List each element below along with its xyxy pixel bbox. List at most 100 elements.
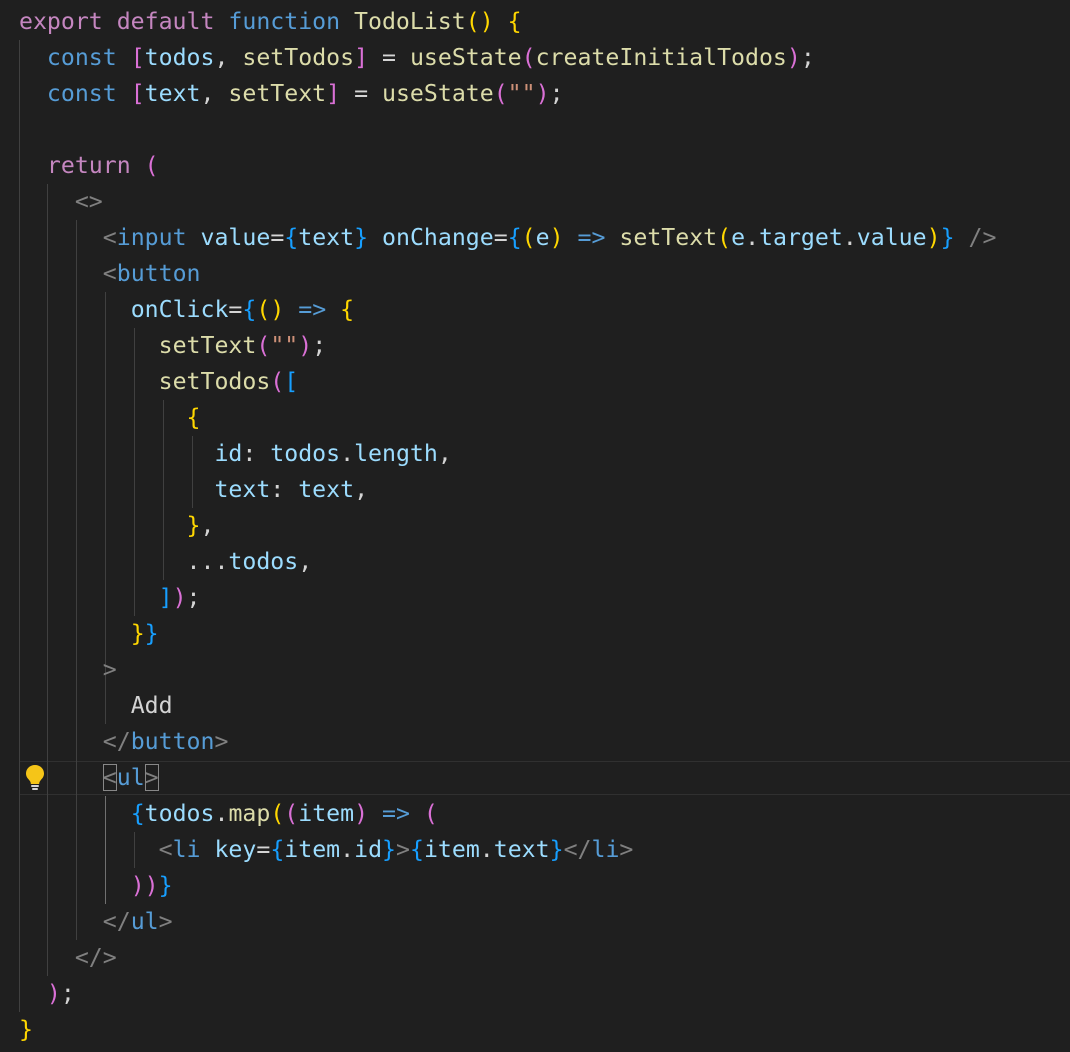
code-line[interactable]: id: todos.length, <box>0 436 1070 472</box>
code-line[interactable]: } <box>0 1012 1070 1048</box>
code-line-text: <li key={item.id}>{item.text}</li> <box>19 832 634 868</box>
code-token: = <box>270 224 285 251</box>
code-line[interactable]: ); <box>0 976 1070 1012</box>
lightbulb-icon[interactable] <box>23 763 47 791</box>
code-token: length <box>354 440 438 467</box>
code-token: = <box>340 80 383 107</box>
code-token: ) <box>172 584 187 611</box>
code-token: ; <box>186 584 201 611</box>
code-token: } <box>354 224 369 251</box>
code-line[interactable]: {todos.map((item) => ( <box>0 796 1070 832</box>
code-line[interactable]: }} <box>0 616 1070 652</box>
code-line[interactable]: const [text, setText] = useState(""); <box>0 76 1070 112</box>
code-token: ] <box>326 80 341 107</box>
code-line-text: export default function TodoList() { <box>19 4 522 40</box>
code-token: text <box>298 476 355 503</box>
code-line[interactable]: setText(""); <box>0 328 1070 364</box>
code-token: value <box>856 224 927 251</box>
code-line[interactable]: { <box>0 400 1070 436</box>
code-line-text: </> <box>19 940 117 976</box>
code-line[interactable]: </> <box>0 940 1070 976</box>
code-token: ) <box>549 224 564 251</box>
code-token: todos <box>144 800 215 827</box>
code-line[interactable]: return ( <box>0 148 1070 184</box>
code-line[interactable]: <ul> <box>0 760 1070 796</box>
code-token: )) <box>130 872 159 899</box>
code-token: ) <box>354 800 369 827</box>
code-token: ) <box>786 44 801 71</box>
code-line[interactable]: ))} <box>0 868 1070 904</box>
code-line[interactable] <box>0 112 1070 148</box>
code-token: [ <box>130 80 145 107</box>
code-token: { <box>130 800 145 827</box>
code-token: > <box>214 728 229 755</box>
code-line-text: }, <box>19 508 215 544</box>
code-token: > <box>144 764 159 791</box>
code-line-text: <input value={text} onChange={(e) => set… <box>19 220 997 256</box>
code-line[interactable]: }, <box>0 508 1070 544</box>
code-editor[interactable]: export default function TodoList() { con… <box>0 0 1070 1052</box>
code-line[interactable]: <button <box>0 256 1070 292</box>
code-token: ( <box>144 152 159 179</box>
code-token: = <box>368 44 410 71</box>
code-token: text <box>298 224 355 251</box>
code-token: export default <box>19 8 229 35</box>
code-token: > <box>102 656 117 683</box>
code-token: { <box>242 296 257 323</box>
code-token: ; <box>60 980 75 1007</box>
code-line-text: id: todos.length, <box>19 436 452 472</box>
code-line[interactable]: <input value={text} onChange={(e) => set… <box>0 220 1070 256</box>
code-line[interactable]: export default function TodoList() { <box>0 4 1070 40</box>
code-line[interactable]: onClick={() => { <box>0 292 1070 328</box>
code-token: > <box>158 908 173 935</box>
code-token: </ <box>102 908 131 935</box>
code-token: = <box>228 296 243 323</box>
code-line-text: </ul> <box>19 904 173 940</box>
code-token: . <box>340 440 355 467</box>
code-line[interactable]: </button> <box>0 724 1070 760</box>
code-token: setText <box>228 80 327 107</box>
code-token: button <box>130 728 215 755</box>
code-token: , <box>437 440 452 467</box>
code-token: [ <box>284 368 299 395</box>
code-line[interactable]: ...todos, <box>0 544 1070 580</box>
code-token: = <box>256 836 271 863</box>
code-token: onClick <box>130 296 229 323</box>
code-token: < <box>158 836 173 863</box>
code-token: } <box>549 836 564 863</box>
code-token: todos <box>228 548 299 575</box>
code-line-text: Add <box>19 688 173 724</box>
code-line[interactable]: setTodos([ <box>0 364 1070 400</box>
code-token: { <box>284 224 299 251</box>
code-token: ... <box>186 548 229 575</box>
code-line[interactable]: <> <box>0 184 1070 220</box>
code-line[interactable]: text: text, <box>0 472 1070 508</box>
code-line[interactable]: ]); <box>0 580 1070 616</box>
code-token: ( <box>284 800 299 827</box>
code-token: e <box>535 224 550 251</box>
code-token: < <box>102 224 117 251</box>
code-token: "" <box>507 80 536 107</box>
code-line[interactable]: <li key={item.id}>{item.text}</li> <box>0 832 1070 868</box>
code-line[interactable]: > <box>0 652 1070 688</box>
code-line[interactable]: </ul> <box>0 904 1070 940</box>
code-token: => <box>284 296 341 323</box>
code-line[interactable]: const [todos, setTodos] = useState(creat… <box>0 40 1070 76</box>
code-line-text: setTodos([ <box>19 364 299 400</box>
code-line[interactable]: Add <box>0 688 1070 724</box>
code-line-text: text: text, <box>19 472 368 508</box>
code-token: () <box>256 296 285 323</box>
code-token: { <box>507 224 522 251</box>
code-token: ( <box>270 800 285 827</box>
